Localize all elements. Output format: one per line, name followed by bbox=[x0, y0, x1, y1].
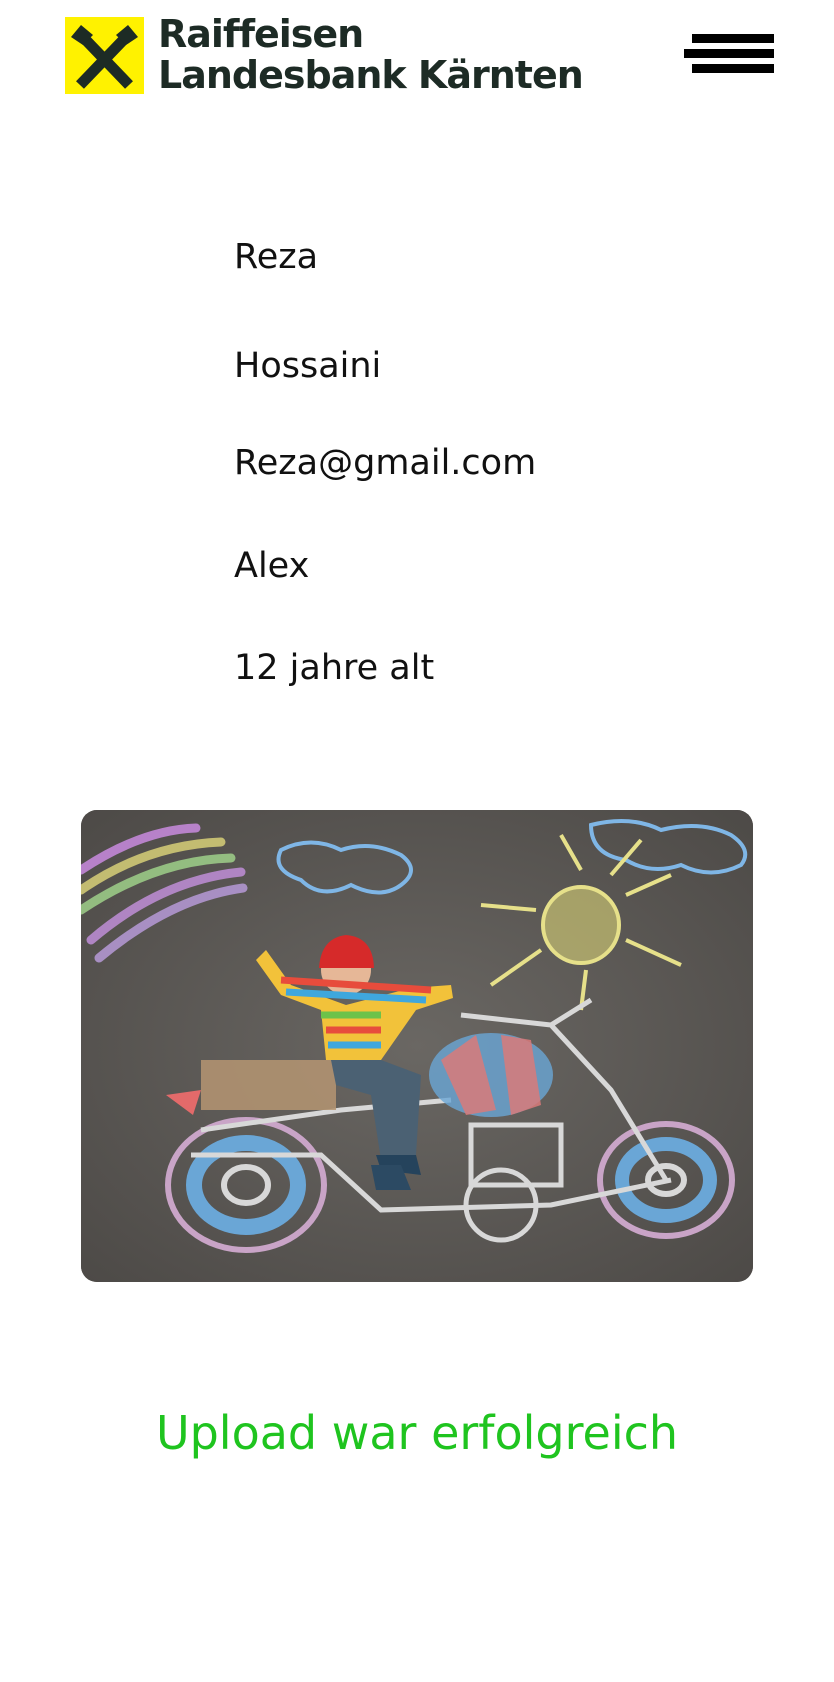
upload-success-message: Upload war erfolgreich bbox=[155, 1406, 679, 1460]
uploaded-photo bbox=[81, 810, 753, 1282]
last-name-value: Hossaini bbox=[234, 346, 382, 386]
menu-bar bbox=[684, 49, 774, 58]
first-name-value: Reza bbox=[234, 237, 319, 277]
raiffeisen-gable-cross-icon bbox=[65, 17, 144, 94]
menu-bar bbox=[692, 34, 774, 43]
email-value: Reza@gmail.com bbox=[234, 443, 537, 483]
bank-name: Raiffeisen Landesbank Kärnten bbox=[158, 12, 584, 97]
bank-logo[interactable]: Raiffeisen Landesbank Kärnten bbox=[65, 14, 584, 97]
hamburger-menu-icon[interactable] bbox=[684, 34, 774, 80]
child-name-value: Alex bbox=[234, 546, 310, 586]
bank-name-line2: Landesbank Kärnten bbox=[158, 53, 584, 97]
bank-name-line1: Raiffeisen bbox=[158, 12, 364, 56]
child-age-value: 12 jahre alt bbox=[234, 648, 435, 688]
menu-bar bbox=[692, 64, 774, 73]
